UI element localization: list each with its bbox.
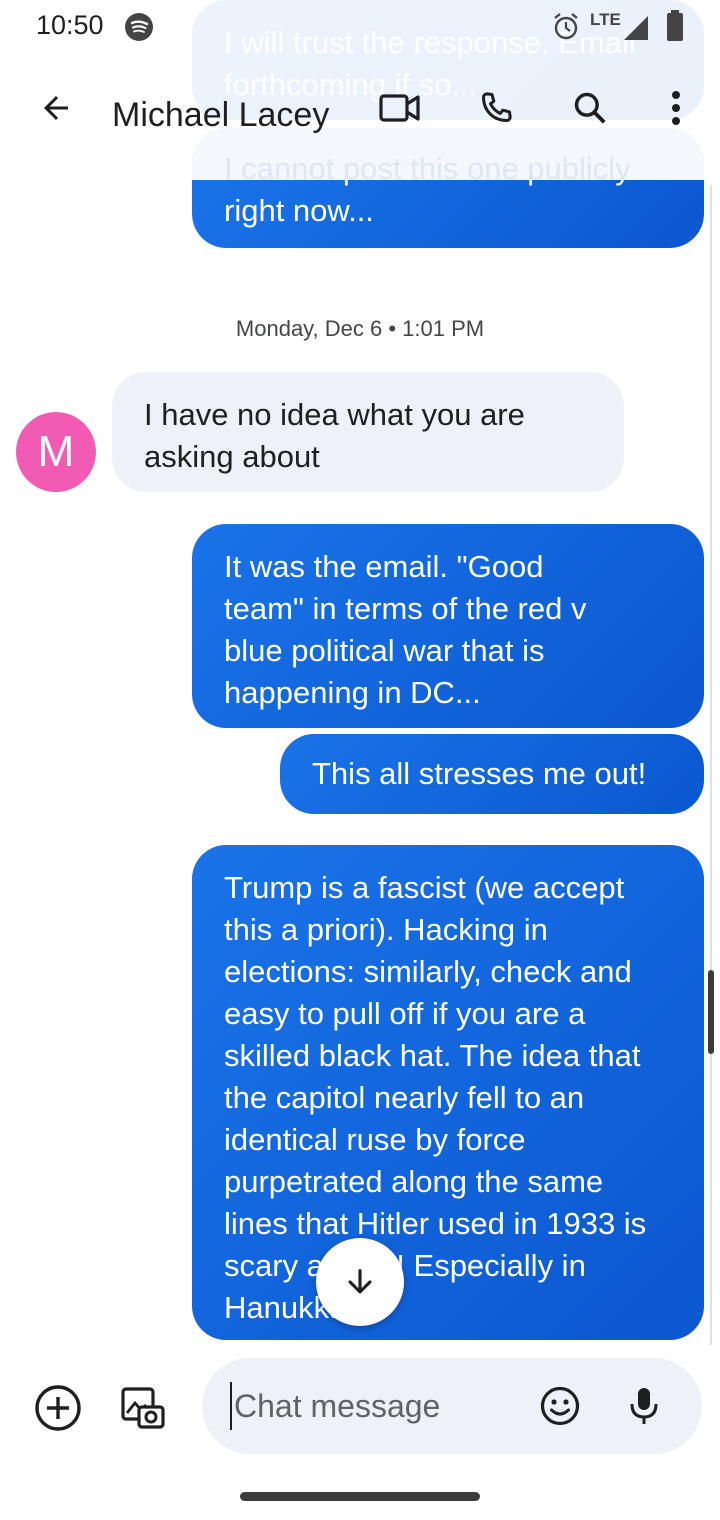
chat-message-input[interactable]: Chat message: [230, 1382, 440, 1430]
phone-call-button[interactable]: [472, 84, 520, 132]
avatar[interactable]: M: [16, 412, 96, 492]
back-button[interactable]: [32, 84, 80, 132]
avatar-initial: M: [37, 427, 75, 476]
date-separator: Monday, Dec 6 • 1:01 PM: [235, 316, 485, 341]
message-text: I have no idea what you are asking about: [144, 397, 525, 474]
alarm-icon: [552, 12, 580, 47]
more-vert-icon: [672, 91, 680, 125]
spotify-icon: [124, 12, 154, 47]
message-bubble-outgoing[interactable]: Trump is a fascist (we accept this a pri…: [192, 845, 704, 1340]
message-text: This all stresses me out!: [312, 756, 647, 791]
voice-input-button[interactable]: [620, 1382, 668, 1430]
app-bar: [0, 80, 720, 156]
search-button[interactable]: [566, 84, 614, 132]
add-circle-icon: [35, 1385, 81, 1431]
more-options-button[interactable]: [652, 84, 700, 132]
message-bubble-outgoing[interactable]: It was the email. "Good team" in terms o…: [192, 524, 704, 728]
arrow-down-icon: [348, 1269, 372, 1294]
gallery-camera-icon: [121, 1387, 165, 1429]
network-label: LTE: [590, 10, 621, 29]
scroll-to-bottom-button[interactable]: [316, 1238, 404, 1326]
scrollbar-track: [710, 185, 712, 1345]
battery-icon: [666, 10, 684, 47]
mic-icon: [630, 1388, 658, 1424]
scrollbar[interactable]: [708, 970, 714, 1054]
gallery-button[interactable]: [114, 1380, 170, 1436]
emoji-button[interactable]: [536, 1382, 584, 1430]
message-text: It was the email. "Good team" in terms o…: [224, 549, 587, 710]
contact-name[interactable]: Michael Lacey: [112, 96, 329, 135]
status-bar: 10:50 LTE: [0, 0, 720, 56]
message-text: Trump is a fascist (we accept this a pri…: [224, 870, 647, 1325]
compose-field[interactable]: Chat message: [202, 1358, 702, 1454]
attach-button[interactable]: [30, 1380, 86, 1436]
status-time: 10:50: [36, 10, 104, 40]
emoji-icon: [540, 1386, 580, 1426]
signal-icon: [622, 14, 650, 47]
message-bubble-incoming[interactable]: I have no idea what you are asking about: [112, 372, 624, 492]
phone-icon: [482, 92, 512, 122]
arrow-back-icon: [44, 96, 68, 120]
video-call-icon: [379, 94, 420, 122]
search-icon: [574, 92, 606, 124]
video-call-button[interactable]: [376, 84, 424, 132]
message-bubble-outgoing[interactable]: This all stresses me out!: [280, 734, 704, 814]
navigation-handle[interactable]: [240, 1492, 480, 1501]
